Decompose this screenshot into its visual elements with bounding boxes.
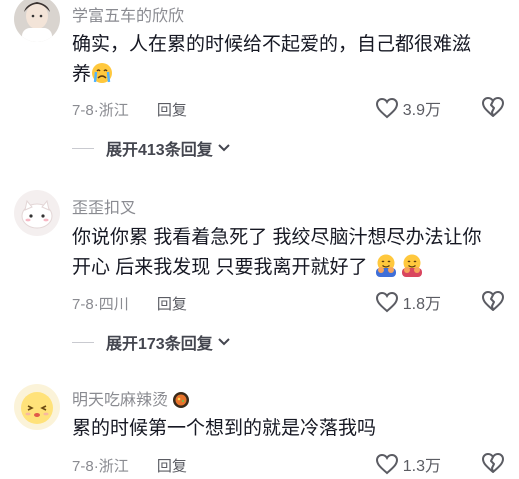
hug-emoji-icon [399,253,425,287]
broken-heart-icon [482,96,505,117]
comment-text-line: 累的时候第一个想到的就是冷落我吗 [72,418,377,439]
avatar[interactable] [14,0,60,42]
divider [72,341,94,343]
comment-username-text: 明天吃麻辣烫 [72,392,169,409]
avatar[interactable] [14,384,60,430]
comment-meta: 7-8·浙江 回复 [72,102,187,119]
expand-replies-button[interactable]: 展开173条回复 [72,330,231,354]
heart-outline-icon [375,453,398,475]
broken-heart-icon [482,290,505,311]
expand-replies-button[interactable]: 展开413条回复 [72,136,231,160]
comment-location: 浙江 [98,458,129,475]
comment-item: 歪歪扣叉 你说你累 我看着急死了 我绞尽脑汁想尽办法让你 开心 后来我发现 只要… [0,190,519,360]
crying-emoji-icon [91,62,113,94]
reply-button[interactable]: 回复 [157,296,187,313]
comment-text-line: 开心 后来我发现 只要我离开就好了 [72,253,502,287]
like-button[interactable]: 1.3万 [375,452,441,476]
dislike-button[interactable] [481,96,505,123]
comment-meta: 7-8·浙江 回复 [72,458,187,475]
hug-emoji-icon [373,253,399,287]
spicy-hotpot-emoji-icon [172,391,190,414]
comment-text-line: 确实，人在累的时候给不起爱的，自己都很难滋 [72,34,472,55]
comment-item: 学富五车的欣欣 确实，人在累的时候给不起爱的，自己都很难滋 养 7-8·浙江 回… [0,0,519,162]
comment-text-line: 你说你累 我看着急死了 我绞尽脑汁想尽办法让你 [72,227,482,248]
comment-meta: 7-8·四川 回复 [72,296,187,313]
divider [72,147,94,149]
like-count: 1.8万 [402,296,441,313]
comment-username[interactable]: 歪歪扣叉 [72,194,136,218]
comment-location: 四川 [98,296,129,313]
like-count: 1.3万 [402,458,441,475]
expand-replies-label: 展开413条回复 [106,142,213,159]
like-button[interactable]: 3.9万 [375,96,441,120]
like-button[interactable]: 1.8万 [375,290,441,314]
chevron-down-icon [217,144,230,152]
avatar[interactable] [14,190,60,236]
comment-item: 明天吃麻辣烫 累的时候第一个想到的就是冷落我吗 7-8·浙江 回复 1.3万 [0,382,519,476]
heart-outline-icon [375,291,398,313]
reply-button[interactable]: 回复 [157,458,187,475]
chevron-down-icon [217,338,230,346]
comment-text: 累的时候第一个想到的就是冷落我吗 [72,414,502,444]
comment-username[interactable]: 明天吃麻辣烫 [72,386,190,414]
dislike-button[interactable] [481,452,505,479]
expand-replies-label: 展开173条回复 [106,336,213,353]
reply-button[interactable]: 回复 [157,102,187,119]
comment-date: 7-8 [72,102,94,119]
comment-text: 你说你累 我看着急死了 我绞尽脑汁想尽办法让你 开心 后来我发现 只要我离开就好… [72,223,502,287]
dislike-button[interactable] [481,290,505,317]
comment-username[interactable]: 学富五车的欣欣 [72,2,184,26]
comment-location: 浙江 [98,102,129,119]
comment-date: 7-8 [72,458,94,475]
heart-outline-icon [375,97,398,119]
comment-text: 确实，人在累的时候给不起爱的，自己都很难滋 养 [72,30,502,94]
broken-heart-icon [482,452,505,473]
comment-date: 7-8 [72,296,94,313]
comment-text-line: 养 [72,60,502,94]
like-count: 3.9万 [402,102,441,119]
